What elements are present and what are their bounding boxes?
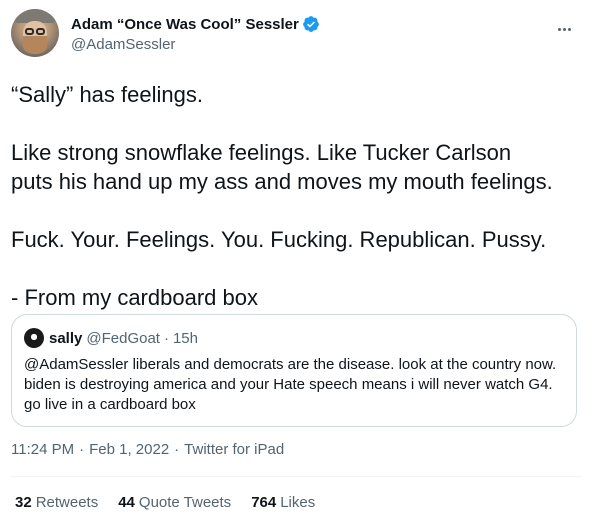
quoted-timestamp: 15h [172,329,198,347]
tweet-line: - From my cardboard box [11,285,258,310]
author-handle[interactable]: @AdamSessler [71,36,320,53]
quoted-tweet[interactable]: sally @FedGoat · 15h @AdamSessler libera… [11,314,577,427]
tweet-header: Adam “Once Was Cool” Sessler @AdamSessle… [11,9,578,61]
tweet-time[interactable]: 11:24 PM [11,441,74,458]
meta-separator: · [174,441,180,458]
avatar-beard [23,36,47,54]
tweet-line: Fuck. Your. Feelings. You. Fucking. Repu… [11,227,547,252]
quote-tweets-stat[interactable]: 44 Quote Tweets [118,494,231,511]
avatar-glasses-right [36,28,45,35]
stats-divider [11,476,581,477]
author-names: Adam “Once Was Cool” Sessler @AdamSessle… [71,15,320,61]
more-dot [557,27,561,31]
tweet-meta: 11:24 PM · Feb 1, 2022 · Twitter for iPa… [11,441,284,458]
quote-tweets-count: 44 [118,494,135,511]
quoted-separator: · [163,329,169,347]
more-options-icon[interactable] [554,19,574,39]
likes-stat[interactable]: 764 Likes [251,494,315,511]
more-dot [562,27,566,31]
quoted-line: @AdamSessler liberals and democrats are … [24,356,557,373]
quoted-author-handle: @FedGoat [86,329,160,347]
quoted-line: go live in a cardboard box [24,396,196,413]
tweet-text: “Sally” has feelings. Like strong snowfl… [11,80,581,312]
meta-separator: · [79,441,85,458]
tweet-stats: 32 Retweets 44 Quote Tweets 764 Likes [15,494,335,511]
author-name-row: Adam “Once Was Cool” Sessler [71,15,320,33]
author-avatar[interactable] [11,9,59,57]
author-display-name[interactable]: Adam “Once Was Cool” Sessler [71,16,299,33]
tweet-line: puts his hand up my ass and moves my mou… [11,169,553,194]
quoted-author-name: sally [49,329,83,347]
tweet-source[interactable]: Twitter for iPad [184,441,284,458]
more-dot [567,27,571,31]
retweets-count: 32 [15,494,32,511]
tweet-date[interactable]: Feb 1, 2022 [89,441,169,458]
retweets-stat[interactable]: 32 Retweets [15,494,98,511]
retweets-label: Retweets [35,494,99,511]
avatar-glasses-left [25,28,34,35]
verified-badge-icon [302,16,319,32]
tweet-line: Like strong snowflake feelings. Like Tuc… [11,140,512,165]
tweet-line: “Sally” has feelings. [11,82,203,107]
quote-tweets-label: Quote Tweets [138,494,232,511]
tweet-card: Adam “Once Was Cool” Sessler @AdamSessle… [0,0,592,521]
quoted-line: biden is destroying america and your Hat… [24,376,553,393]
likes-count: 764 [251,494,277,511]
likes-label: Likes [280,494,316,511]
quoted-tweet-header: sally @FedGoat · 15h [24,328,198,348]
quoted-tweet-text: @AdamSessler liberals and democrats are … [24,355,572,415]
quoted-author-avatar [24,328,44,348]
